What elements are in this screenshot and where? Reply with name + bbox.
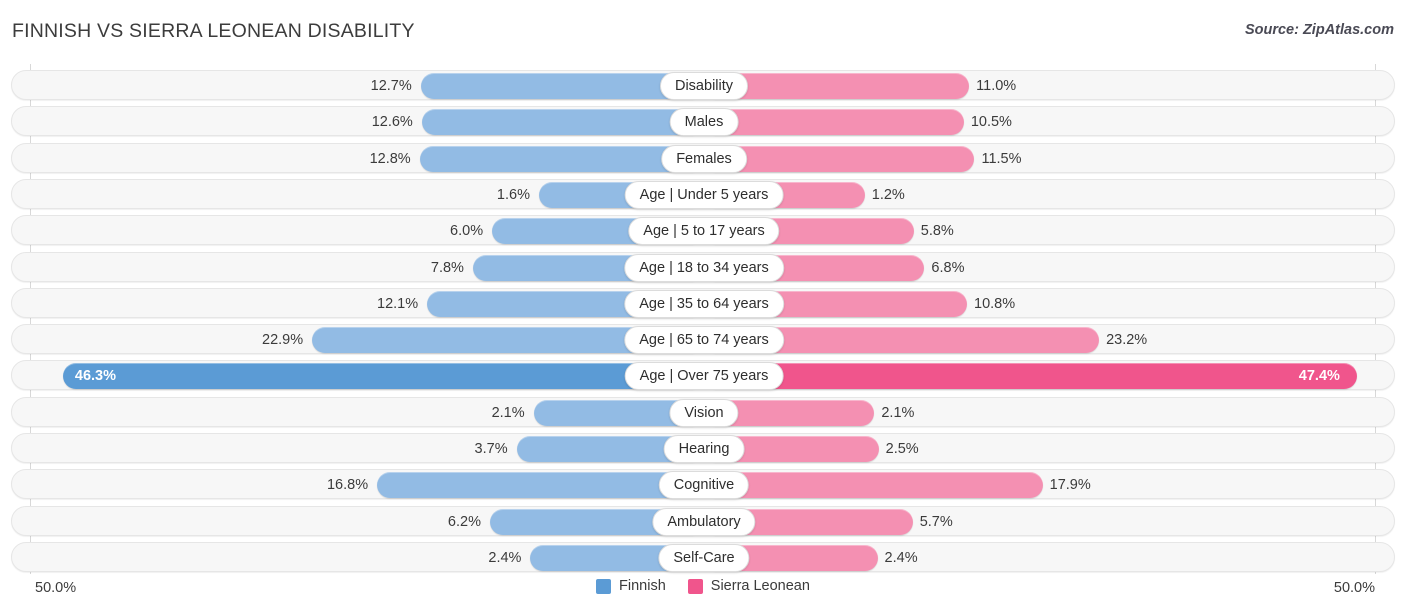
- table-row[interactable]: 2.1% 2.1% Vision: [11, 396, 1395, 427]
- legend-label: Sierra Leonean: [710, 578, 810, 594]
- value-label-finnish: 1.6%: [496, 186, 530, 203]
- category-label-pill[interactable]: Self-Care: [658, 543, 750, 572]
- category-label-pill[interactable]: Age | 5 to 17 years: [628, 217, 780, 246]
- bar-sierra-leonean: [704, 363, 1357, 390]
- value-label-finnish: 12.1%: [377, 295, 419, 312]
- value-label-finnish: 2.4%: [488, 549, 522, 566]
- value-label-finnish: 46.3%: [74, 368, 117, 385]
- category-label-pill[interactable]: Age | 18 to 34 years: [624, 253, 784, 282]
- value-label-finnish: 6.0%: [450, 223, 484, 240]
- category-label-pill[interactable]: Cognitive: [658, 471, 750, 500]
- table-row[interactable]: 1.6% 1.2% Age | Under 5 years: [11, 178, 1395, 209]
- table-row[interactable]: 12.8% 11.5% Females: [11, 142, 1395, 173]
- table-row[interactable]: 12.7% 11.0% Disability: [11, 70, 1395, 100]
- value-label-finnish: 16.8%: [326, 477, 369, 494]
- category-label-pill[interactable]: Age | Over 75 years: [624, 362, 784, 391]
- value-label-sierra-leonean: 2.4%: [884, 549, 918, 566]
- diverging-bar-chart: 12.7% 11.0% Disability 12.6% 10.5% Males 12.8%…: [0, 64, 1406, 574]
- chart-legend: Finnish Sierra Leonean: [0, 578, 1406, 594]
- value-label-sierra-leonean: 1.2%: [871, 186, 905, 203]
- value-label-sierra-leonean: 47.4%: [1298, 368, 1340, 385]
- legend-swatch-icon: [596, 578, 612, 594]
- bar-sierra-leonean: [704, 472, 1043, 499]
- value-label-sierra-leonean: 5.7%: [919, 513, 953, 530]
- value-label-finnish: 2.1%: [491, 404, 525, 421]
- value-label-sierra-leonean: 2.1%: [881, 404, 915, 421]
- category-label-pill[interactable]: Females: [661, 144, 747, 173]
- value-label-finnish: 6.2%: [447, 513, 481, 530]
- legend-item[interactable]: Finnish: [596, 578, 666, 594]
- value-label-finnish: 12.6%: [371, 114, 413, 131]
- legend-item[interactable]: Sierra Leonean: [687, 578, 810, 594]
- value-label-sierra-leonean: 11.0%: [976, 78, 1017, 94]
- bar-finnish: [62, 363, 704, 390]
- value-label-finnish: 22.9%: [262, 332, 304, 349]
- table-row[interactable]: 16.8% 17.9% Cognitive: [11, 469, 1395, 500]
- category-label-pill[interactable]: Age | 35 to 64 years: [624, 289, 784, 318]
- category-label-pill[interactable]: Hearing: [663, 435, 745, 463]
- legend-label: Finnish: [619, 578, 666, 594]
- value-label-finnish: 12.7%: [370, 78, 412, 94]
- value-label-sierra-leonean: 5.8%: [920, 223, 954, 240]
- chart-header: FINNISH VS SIERRA LEONEAN DISABILITY Sou…: [0, 0, 1406, 64]
- table-row[interactable]: 2.4% 2.4% Self-Care: [11, 541, 1395, 572]
- value-label-sierra-leonean: 10.5%: [970, 114, 1012, 131]
- page-title: FINNISH VS SIERRA LEONEAN DISABILITY: [12, 20, 415, 42]
- bar-finnish: [421, 109, 704, 136]
- value-label-sierra-leonean: 2.5%: [885, 441, 919, 457]
- table-row[interactable]: 6.2% 5.7% Ambulatory: [11, 505, 1395, 536]
- value-label-sierra-leonean: 23.2%: [1106, 332, 1148, 349]
- table-row[interactable]: 46.3% 47.4% Age | Over 75 years: [11, 360, 1395, 391]
- legend-swatch-icon: [687, 578, 703, 594]
- table-row[interactable]: 7.8% 6.8% Age | 18 to 34 years: [11, 251, 1395, 282]
- bar-finnish: [377, 472, 704, 499]
- chart-footer: 50.0% 50.0% Finnish Sierra Leonean: [0, 574, 1406, 612]
- category-label-pill[interactable]: Males: [669, 108, 739, 137]
- table-row[interactable]: 12.6% 10.5% Males: [11, 106, 1395, 137]
- value-label-sierra-leonean: 10.8%: [974, 295, 1016, 312]
- value-label-finnish: 12.8%: [369, 150, 411, 167]
- category-label-pill[interactable]: Ambulatory: [652, 507, 756, 536]
- value-label-sierra-leonean: 6.8%: [931, 259, 965, 276]
- value-label-sierra-leonean: 11.5%: [981, 150, 1022, 167]
- value-label-finnish: 7.8%: [430, 259, 464, 276]
- category-label-pill[interactable]: Vision: [669, 398, 739, 427]
- value-label-finnish: 3.7%: [474, 441, 508, 457]
- source-attribution: Source: ZipAtlas.com: [1244, 22, 1394, 38]
- table-row[interactable]: 22.9% 23.2% Age | 65 to 74 years: [11, 324, 1395, 355]
- table-row[interactable]: 12.1% 10.8% Age | 35 to 64 years: [11, 287, 1395, 318]
- table-row[interactable]: 6.0% 5.8% Age | 5 to 17 years: [11, 215, 1395, 246]
- value-label-sierra-leonean: 17.9%: [1049, 477, 1091, 494]
- category-label-pill[interactable]: Age | 65 to 74 years: [624, 326, 784, 355]
- bar-sierra-leonean: [704, 109, 964, 136]
- table-row[interactable]: 3.7% 2.5% Hearing: [11, 433, 1395, 463]
- category-label-pill[interactable]: Age | Under 5 years: [624, 180, 784, 209]
- category-label-pill[interactable]: Disability: [659, 72, 749, 100]
